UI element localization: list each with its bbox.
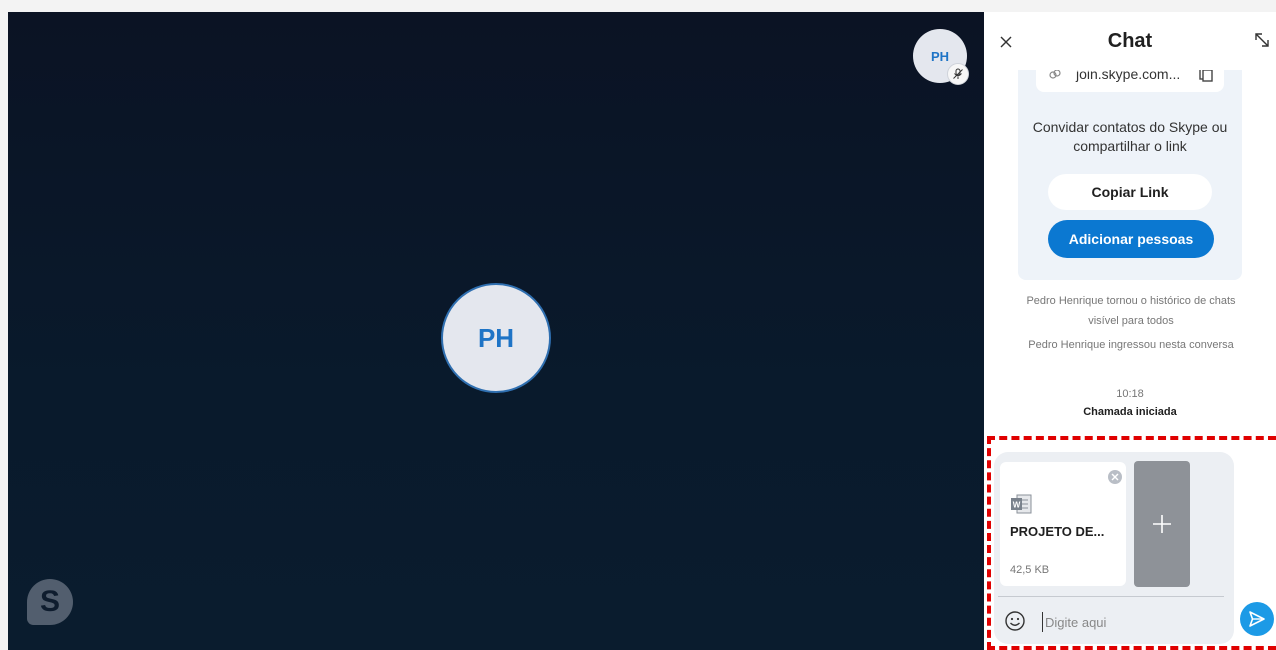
emoji-button[interactable] [1004, 610, 1026, 632]
system-message-joined: Pedro Henrique ingressou nesta conversa [1028, 339, 1234, 351]
remove-icon [1111, 473, 1119, 481]
chat-header: Chat [984, 12, 1276, 70]
send-icon [1249, 611, 1265, 627]
skype-logo: S [27, 579, 73, 625]
call-stage: PH PH S [8, 12, 984, 650]
system-message-history: Pedro Henrique tornou o histórico de cha… [1026, 295, 1236, 327]
participant-avatar[interactable]: PH [441, 283, 551, 393]
chat-title: Chat [1107, 30, 1153, 52]
mute-icon [947, 63, 969, 85]
composer-divider [998, 596, 1224, 597]
invite-text: Convidar contatos do Skype ou compartilh… [1032, 119, 1228, 154]
skype-logo-letter: S [39, 585, 60, 618]
add-file-button[interactable] [1134, 461, 1190, 587]
remove-file-button[interactable] [1108, 470, 1122, 484]
expand-chat-button[interactable] [1250, 28, 1274, 52]
file-name: PROJETO DE... [1010, 524, 1105, 539]
message-input[interactable] [1042, 612, 1212, 632]
top-strip [0, 0, 1276, 12]
add-people-button[interactable]: Adicionar pessoas [1048, 220, 1214, 258]
chat-panel: join.skype.com... Convidar contatos do S… [984, 12, 1276, 650]
plus-icon [1153, 515, 1171, 533]
word-file-icon: W [1011, 494, 1032, 514]
copy-link-button[interactable]: Copiar Link [1048, 174, 1212, 210]
self-initials: PH [930, 49, 950, 64]
expand-icon [1255, 33, 1269, 47]
attached-file-card[interactable]: W PROJETO DE... 42,5 KB [1000, 462, 1126, 586]
message-time: 10:18 [1116, 388, 1144, 400]
app-window: PH PH S join.skype.com... Convidar conta… [0, 0, 1276, 650]
call-started-message: Chamada iniciada [1083, 406, 1177, 418]
file-size: 42,5 KB [1010, 564, 1050, 576]
emoji-icon [1005, 611, 1025, 631]
send-button[interactable] [1240, 602, 1274, 636]
left-strip [0, 0, 8, 650]
participant-initials: PH [477, 322, 515, 353]
message-composer: W PROJETO DE... 42,5 KB [994, 452, 1234, 644]
invite-card: join.skype.com... Convidar contatos do S… [1018, 56, 1242, 280]
svg-text:W: W [1013, 501, 1021, 510]
